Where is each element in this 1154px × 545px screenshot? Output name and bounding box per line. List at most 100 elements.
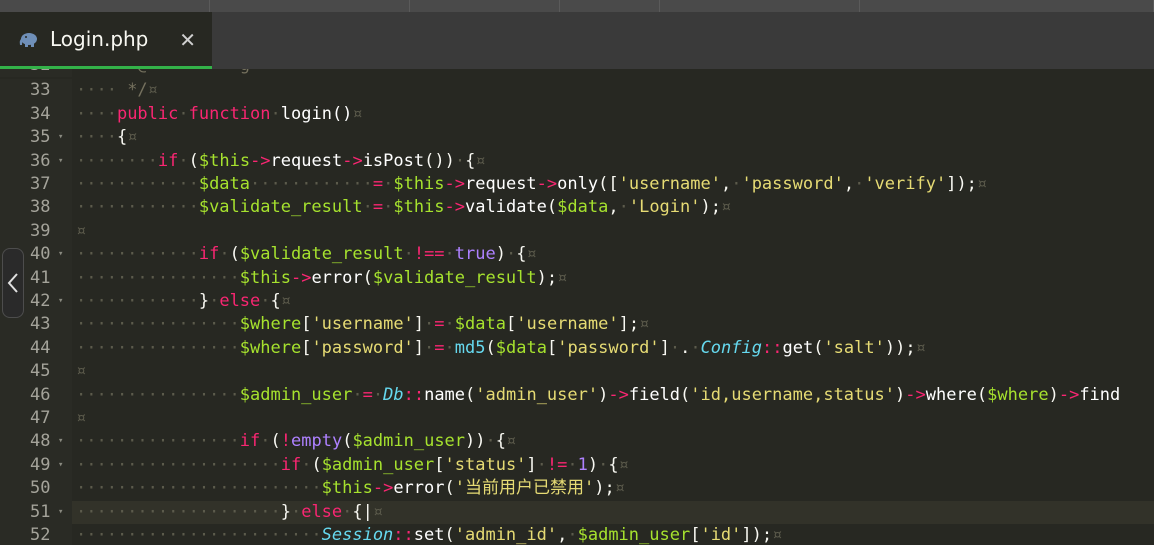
code-token: $admin_user <box>239 384 353 405</box>
code-token: = <box>362 384 373 405</box>
code-token: set <box>413 525 445 545</box>
code-token: { <box>495 431 507 452</box>
line-number: 41 <box>30 267 51 288</box>
window-top-strip <box>0 0 1154 12</box>
tab-login-php[interactable]: Login.php ✕ <box>0 12 212 69</box>
code-token: -> <box>444 197 466 218</box>
code-token: public <box>116 103 179 124</box>
code-token: '当前用户已禁用' <box>454 478 595 499</box>
fold-arrow-icon[interactable]: ▾ <box>58 454 63 477</box>
code-line[interactable]: 32 ···· @ g <box>0 69 1154 78</box>
fold-arrow-icon[interactable]: ▾ <box>58 243 63 266</box>
fold-arrow-icon[interactable]: ▾ <box>58 290 63 313</box>
code-token: error <box>311 267 363 288</box>
code-token: · <box>669 337 681 358</box>
code-line[interactable]: 44 ················$where['password']·=·m… <box>0 336 1154 361</box>
top-strip-segment <box>660 0 860 12</box>
code-token: $this <box>321 478 373 499</box>
code-token: {| <box>352 501 373 522</box>
code-token: · <box>424 314 435 335</box>
fold-arrow-icon[interactable]: ▾ <box>58 501 63 524</box>
code-text: ¤ <box>76 220 86 243</box>
code-token: ] <box>413 314 425 335</box>
code-text: ····················if·($admin_user['sta… <box>76 454 629 477</box>
code-token: ( <box>680 384 691 405</box>
code-line[interactable]: 33 ···· */¤ <box>0 79 1154 103</box>
code-editor[interactable]: 32···· @ g33···· */¤34····public·functio… <box>0 69 1154 545</box>
code-token: ············ <box>76 244 199 265</box>
code-line[interactable]: 42 ▾ ············}·else·{¤ <box>0 290 1154 314</box>
code-token: ) <box>598 384 609 405</box>
code-token: · <box>260 291 271 311</box>
code-line[interactable]: 51 ▾ ····················}·else·{|¤ <box>0 500 1154 524</box>
code-token: $this <box>393 197 445 218</box>
code-line[interactable]: 49 ▾ ····················if·($admin_user['… <box>0 453 1154 478</box>
code-line[interactable]: 39 ¤ <box>0 219 1154 244</box>
code-line[interactable]: 34 ····public·function·login()¤ <box>0 102 1154 127</box>
code-line[interactable]: 40 ▾ ············if·($validate_result·!==·… <box>0 243 1154 267</box>
line-gutter: 33 <box>0 79 72 103</box>
code-line[interactable]: 35 ▾ ····{¤ <box>0 126 1154 150</box>
top-strip-segment <box>560 0 660 12</box>
code-token: · <box>362 197 373 218</box>
code-line[interactable]: 43 ················$where['username']·=·$… <box>0 313 1154 337</box>
line-number: 37 <box>30 174 51 194</box>
code-token: ] <box>526 454 537 475</box>
code-token: !== <box>413 244 445 265</box>
line-gutter: 39 <box>0 219 72 244</box>
code-line[interactable]: 38 ············$validate_result·=·$this->… <box>0 196 1154 220</box>
code-token: ········ <box>76 150 158 171</box>
fold-arrow-icon[interactable]: ▾ <box>58 126 63 149</box>
code-token: 'Login' <box>628 197 701 218</box>
code-token: empty <box>291 431 343 452</box>
code-token: · <box>618 197 629 218</box>
code-token: · <box>567 525 578 545</box>
code-token: ( <box>229 244 240 265</box>
code-token: 'password' <box>557 337 660 358</box>
code-line[interactable]: 46 ················$admin_user·=·Db::name… <box>0 383 1154 407</box>
code-text: ····{¤ <box>76 126 137 149</box>
code-token: function <box>188 103 271 124</box>
code-token: Session <box>321 525 394 545</box>
fold-arrow-icon[interactable]: ▾ <box>58 150 63 173</box>
code-token: ···· <box>76 103 117 124</box>
code-token: ¤ <box>614 478 625 499</box>
code-token: · <box>536 454 547 475</box>
code-token: · <box>567 454 578 475</box>
code-token: md5 <box>454 337 486 358</box>
code-line[interactable]: 50 ························$this->error('… <box>0 477 1154 501</box>
code-token: · <box>444 314 455 335</box>
code-line[interactable]: 41 ················$this->error($validate… <box>0 266 1154 290</box>
line-gutter: 37 <box>0 173 72 197</box>
code-token: } <box>198 291 210 311</box>
code-line[interactable]: 47 ¤ <box>0 407 1154 431</box>
code-line[interactable]: 36 ▾ ········if·($this->request->isPost())… <box>0 149 1154 173</box>
code-line[interactable]: 52 ························Session::set('… <box>0 524 1154 545</box>
code-token: ( <box>465 384 476 405</box>
line-number: 34 <box>30 103 51 124</box>
code-line[interactable]: 45 ¤ <box>0 360 1154 384</box>
code-token: [ <box>301 314 312 335</box>
code-token: ················ <box>76 267 240 288</box>
code-token: find <box>1079 384 1121 405</box>
code-token: [ <box>546 337 558 358</box>
code-token: ( <box>976 384 988 405</box>
code-token: ) <box>1048 384 1059 405</box>
top-strip-segment <box>210 0 410 12</box>
code-token: ················ <box>76 314 240 335</box>
fold-arrow-icon[interactable]: ▾ <box>58 430 63 453</box>
code-token: { <box>608 454 619 475</box>
close-icon[interactable]: ✕ <box>179 28 196 52</box>
code-line[interactable]: 48 ▾ ················if·(!empty($admin_use… <box>0 430 1154 454</box>
code-token: ( <box>362 267 373 288</box>
code-token: · <box>260 431 271 452</box>
code-token: = <box>434 337 445 358</box>
code-text: ········if·($this->request->isPost())·{¤ <box>76 150 486 173</box>
code-token: , <box>720 174 732 194</box>
code-line[interactable]: 37 ············$data············=·$this->… <box>0 173 1154 197</box>
line-number: 43 <box>30 314 51 335</box>
sidebar-collapse-handle[interactable] <box>2 248 24 318</box>
code-token: name <box>424 384 466 405</box>
code-token: ¤ <box>76 220 87 241</box>
code-token: ················ <box>76 431 240 452</box>
